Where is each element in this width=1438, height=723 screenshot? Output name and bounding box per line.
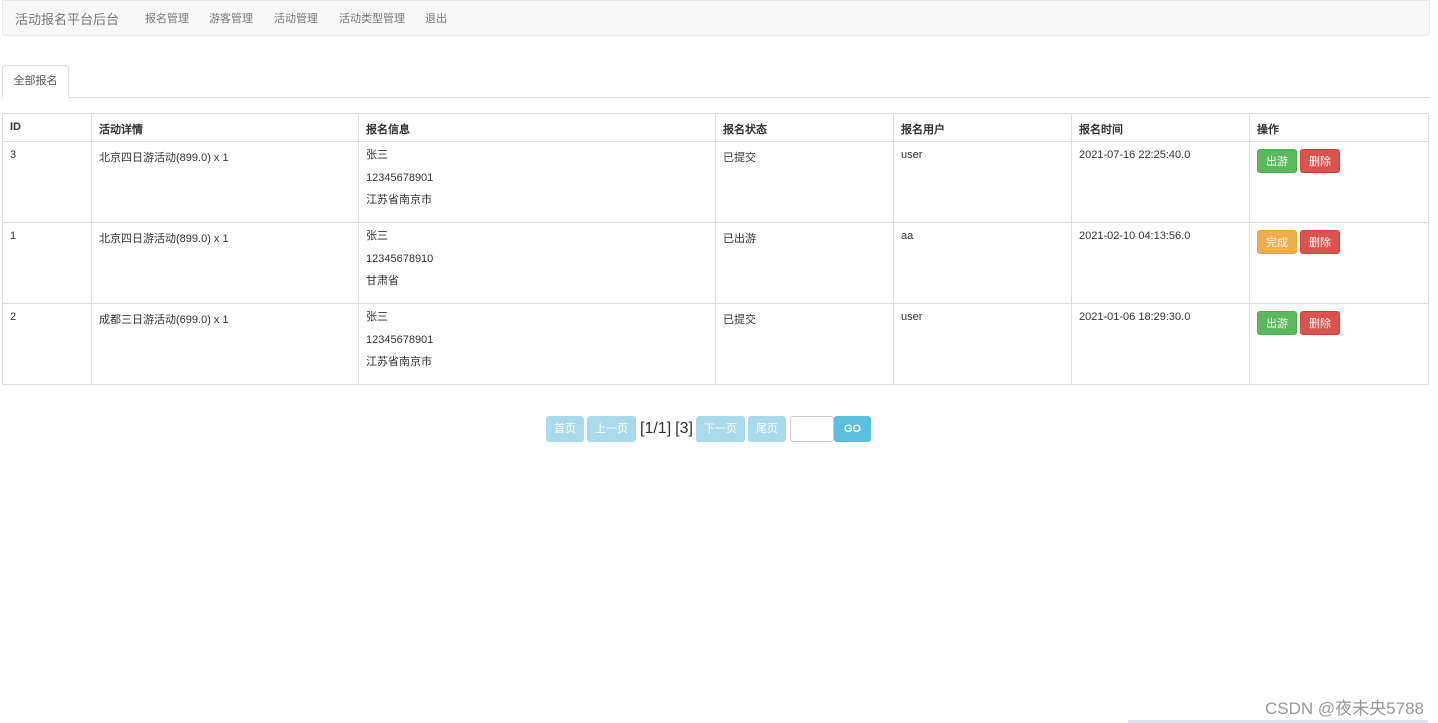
info-address: 江苏省南京市 (366, 356, 432, 368)
info-name: 张三 (366, 311, 388, 323)
cell-time: 2021-01-06 18:29:30.0 (1071, 303, 1250, 385)
nav-link-registration[interactable]: 报名管理 (145, 10, 189, 26)
prev-page-button[interactable]: 上一页 (587, 415, 636, 442)
info-address: 甘肃省 (366, 275, 399, 287)
cell-detail: 北京四日游活动(899.0) x 1 (91, 222, 359, 304)
cell-actions: 完成 删除 (1249, 222, 1429, 304)
header-time: 报名时间 (1071, 113, 1250, 142)
cell-status: 已出游 (715, 222, 894, 304)
table-header-row: ID 活动详情 报名信息 报名状态 报名用户 报名时间 操作 (2, 113, 1429, 142)
delete-button[interactable]: 删除 (1300, 311, 1340, 335)
cell-user: user (893, 303, 1072, 385)
header-status: 报名状态 (715, 113, 894, 142)
cell-id: 3 (2, 141, 92, 223)
top-navbar: 活动报名平台后台 报名管理 游客管理 活动管理 活动类型管理 退出 (2, 0, 1430, 36)
page-number-input[interactable] (789, 415, 834, 442)
info-name: 张三 (366, 230, 388, 242)
cell-actions: 出游 删除 (1249, 141, 1429, 223)
cell-user: aa (893, 222, 1072, 304)
info-name: 张三 (366, 149, 388, 161)
complete-button[interactable]: 完成 (1257, 230, 1297, 254)
next-page-button[interactable]: 下一页 (695, 415, 745, 442)
travel-button[interactable]: 出游 (1257, 149, 1297, 173)
delete-button[interactable]: 删除 (1300, 149, 1340, 173)
last-page-button[interactable]: 尾页 (747, 415, 786, 442)
header-actions: 操作 (1249, 113, 1429, 142)
cell-time: 2021-02-10 04:13:56.0 (1071, 222, 1250, 304)
nav-link-logout[interactable]: 退出 (425, 10, 447, 26)
info-phone: 12345678910 (366, 252, 434, 265)
cell-info: 张三 12345678910 甘肃省 (358, 222, 716, 304)
cell-actions: 出游 删除 (1249, 303, 1429, 385)
registration-table: ID 活动详情 报名信息 报名状态 报名用户 报名时间 操作 3 北京四日游活动… (2, 113, 1429, 385)
table-row: 1 北京四日游活动(899.0) x 1 张三 12345678910 甘肃省 … (2, 222, 1429, 304)
header-info: 报名信息 (358, 113, 716, 142)
cell-detail: 成都三日游活动(699.0) x 1 (91, 303, 359, 385)
page-indicator: [1/1] (640, 419, 672, 437)
delete-button[interactable]: 删除 (1300, 230, 1340, 254)
cell-time: 2021-07-16 22:25:40.0 (1071, 141, 1250, 223)
pagination: 首页 上一页 [1/1] [3] 下一页 尾页 GO (546, 415, 872, 442)
cell-id: 2 (2, 303, 92, 385)
cell-detail: 北京四日游活动(899.0) x 1 (91, 141, 359, 223)
info-phone: 12345678901 (366, 171, 434, 184)
go-button[interactable]: GO (833, 415, 872, 442)
cell-info: 张三 12345678901 江苏省南京市 (358, 303, 716, 385)
cell-user: user (893, 141, 1072, 223)
header-id: ID (2, 113, 92, 142)
first-page-button[interactable]: 首页 (546, 415, 584, 442)
table-row: 2 成都三日游活动(699.0) x 1 张三 12345678901 江苏省南… (2, 303, 1429, 385)
nav-link-visitors[interactable]: 游客管理 (209, 10, 253, 26)
header-user: 报名用户 (893, 113, 1072, 142)
travel-button[interactable]: 出游 (1257, 311, 1297, 335)
watermark: CSDN @夜未央5788 (1265, 699, 1424, 718)
total-count: [3] (675, 419, 693, 437)
cell-status: 已提交 (715, 303, 894, 385)
table-row: 3 北京四日游活动(899.0) x 1 张三 12345678901 江苏省南… (2, 141, 1429, 223)
cell-info: 张三 12345678901 江苏省南京市 (358, 141, 716, 223)
tab-all-registrations[interactable]: 全部报名 (2, 65, 69, 98)
nav-brand[interactable]: 活动报名平台后台 (15, 9, 119, 28)
tab-bar: 全部报名 (2, 65, 1430, 98)
nav-link-activities[interactable]: 活动管理 (274, 10, 318, 26)
info-address: 江苏省南京市 (366, 194, 432, 206)
header-detail: 活动详情 (91, 113, 359, 142)
nav-link-activity-types[interactable]: 活动类型管理 (339, 10, 405, 26)
cell-status: 已提交 (715, 141, 894, 223)
cell-id: 1 (2, 222, 92, 304)
info-phone: 12345678901 (366, 333, 434, 346)
